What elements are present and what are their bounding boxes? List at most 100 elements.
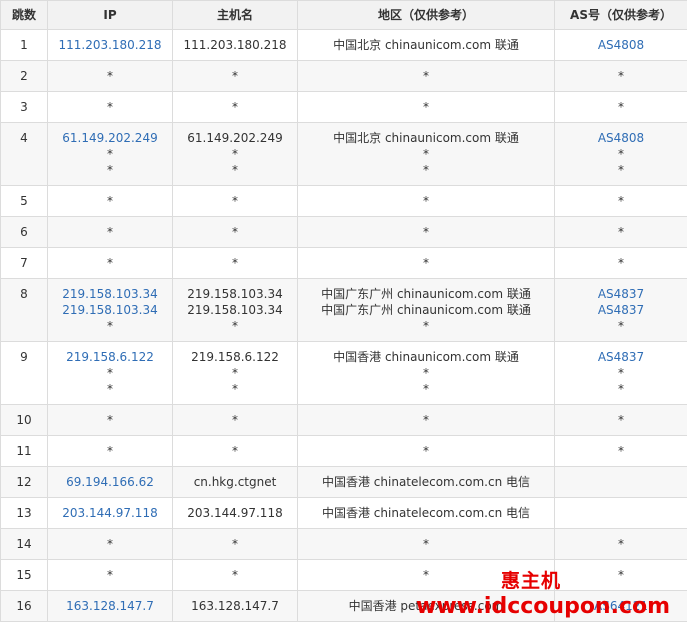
table-row: 2 * * * * (0, 60, 687, 92)
cell-ip: 163.128.147.7 (47, 590, 173, 622)
ip-link[interactable]: 163.128.147.7 (49, 598, 172, 614)
cell-region: * (297, 216, 555, 248)
hop-number: 4 (20, 131, 28, 145)
cell-hop: 3 (0, 91, 48, 123)
as-link[interactable]: AS4808 (556, 37, 687, 53)
region-line: 中国广东广州 chinaunicom.com 联通 (321, 303, 531, 317)
host-line: 111.203.180.218 (183, 38, 287, 52)
ip-line: * (107, 69, 113, 83)
host-line: * (232, 537, 238, 551)
as-line: * (618, 194, 624, 208)
table-row: 9 219.158.6.122 * * 219.158.6.122 * * 中国香港 chin… (0, 341, 687, 405)
as-line (556, 505, 687, 521)
host-line: 203.144.97.118 (187, 506, 283, 520)
host-line: 219.158.6.122 (191, 350, 279, 364)
host-line: * (232, 413, 238, 427)
cell-hop: 6 (0, 216, 48, 248)
cell-hop: 14 (0, 528, 48, 560)
cell-as (554, 497, 687, 529)
host-line: * (232, 163, 238, 177)
cell-ip: * (47, 185, 173, 217)
region-line: 中国香港 chinatelecom.com.cn 电信 (321, 506, 531, 520)
cell-ip: * (47, 91, 173, 123)
host-line: 163.128.147.7 (191, 599, 279, 613)
ip-line: * (107, 382, 113, 396)
cell-ip: 69.194.166.62 (47, 466, 173, 498)
region-line: * (423, 194, 429, 208)
ip-link[interactable]: 203.144.97.118 (49, 505, 172, 521)
ip-line: * (107, 225, 113, 239)
region-line: * (423, 319, 429, 333)
header-host: 主机名 (172, 0, 298, 30)
cell-hop: 12 (0, 466, 48, 498)
ip-line: * (107, 537, 113, 551)
ip-line: * (107, 568, 113, 582)
hop-number: 8 (20, 287, 28, 301)
traceroute-table: 跳数 IP 主机名 地区（仅供参考） AS号（仅供参考） 1 111.203.18… (0, 0, 687, 622)
cell-region: * (297, 247, 555, 279)
as-link[interactable]: AS4808 (556, 130, 687, 146)
cell-ip: * (47, 559, 173, 591)
cell-region: * (297, 185, 555, 217)
cell-host: 203.144.97.118 (172, 497, 298, 529)
cell-host: * (172, 60, 298, 92)
ip-link[interactable]: 61.149.202.249 (49, 130, 172, 146)
host-line: cn.hkg.ctgnet (193, 475, 277, 489)
ip-link[interactable]: 111.203.180.218 (49, 37, 172, 53)
ip-line: * (107, 147, 113, 161)
hop-number: 13 (16, 506, 32, 520)
as-line: * (618, 537, 624, 551)
as-line: * (618, 163, 624, 177)
table-row: 7 * * * * (0, 247, 687, 279)
table-row: 8 219.158.103.34 219.158.103.34 * 219.158.10… (0, 278, 687, 342)
table-row: 10 * * * * (0, 404, 687, 436)
hop-number: 11 (16, 444, 32, 458)
cell-as: * (554, 247, 687, 279)
as-link[interactable]: AS4837 (556, 286, 687, 302)
as-link[interactable]: AS64121 (556, 598, 687, 614)
as-line: * (618, 413, 624, 427)
cell-region: * (297, 60, 555, 92)
host-line: * (232, 194, 238, 208)
cell-region: 中国香港 chinaunicom.com 联通 * * (297, 341, 555, 405)
region-line: * (423, 568, 429, 582)
ip-link[interactable]: 219.158.6.122 (49, 349, 172, 365)
region-line: * (423, 256, 429, 270)
cell-region: 中国北京 chinaunicom.com 联通 * * (297, 122, 555, 186)
cell-ip: 219.158.6.122 * * (47, 341, 173, 405)
region-line: 中国广东广州 chinaunicom.com 联通 (321, 287, 531, 301)
as-line: * (618, 225, 624, 239)
cell-ip: 203.144.97.118 (47, 497, 173, 529)
ip-link[interactable]: 69.194.166.62 (49, 474, 172, 490)
ip-link[interactable]: 219.158.103.34 (49, 286, 172, 302)
hop-number: 12 (16, 475, 32, 489)
as-link[interactable]: AS4837 (556, 302, 687, 318)
table-header-row: 跳数 IP 主机名 地区（仅供参考） AS号（仅供参考） (0, 0, 687, 30)
host-line: * (232, 568, 238, 582)
host-line: * (232, 147, 238, 161)
as-line: * (618, 69, 624, 83)
cell-region: 中国香港 chinatelecom.com.cn 电信 (297, 466, 555, 498)
region-line: * (423, 444, 429, 458)
as-line: * (618, 319, 624, 333)
table-row: 15 * * * * (0, 559, 687, 591)
cell-as: AS4808 (554, 29, 687, 61)
region-line: * (423, 69, 429, 83)
region-line: * (423, 163, 429, 177)
cell-ip: * (47, 216, 173, 248)
cell-as: AS64121 (554, 590, 687, 622)
cell-ip: * (47, 247, 173, 279)
cell-host: 219.158.6.122 * * (172, 341, 298, 405)
region-line: 中国香港 chinaunicom.com 联通 (333, 350, 519, 364)
cell-as: * (554, 60, 687, 92)
region-line: 中国北京 chinaunicom.com 联通 (333, 131, 519, 145)
ip-link[interactable]: 219.158.103.34 (49, 302, 172, 318)
as-link[interactable]: AS4837 (556, 349, 687, 365)
host-line: * (232, 225, 238, 239)
cell-region: * (297, 559, 555, 591)
cell-ip: 111.203.180.218 (47, 29, 173, 61)
cell-ip: 61.149.202.249 * * (47, 122, 173, 186)
hop-number: 5 (20, 194, 28, 208)
table-row: 12 69.194.166.62 cn.hkg.ctgnet 中国香港 chinate… (0, 466, 687, 498)
region-line: * (423, 413, 429, 427)
